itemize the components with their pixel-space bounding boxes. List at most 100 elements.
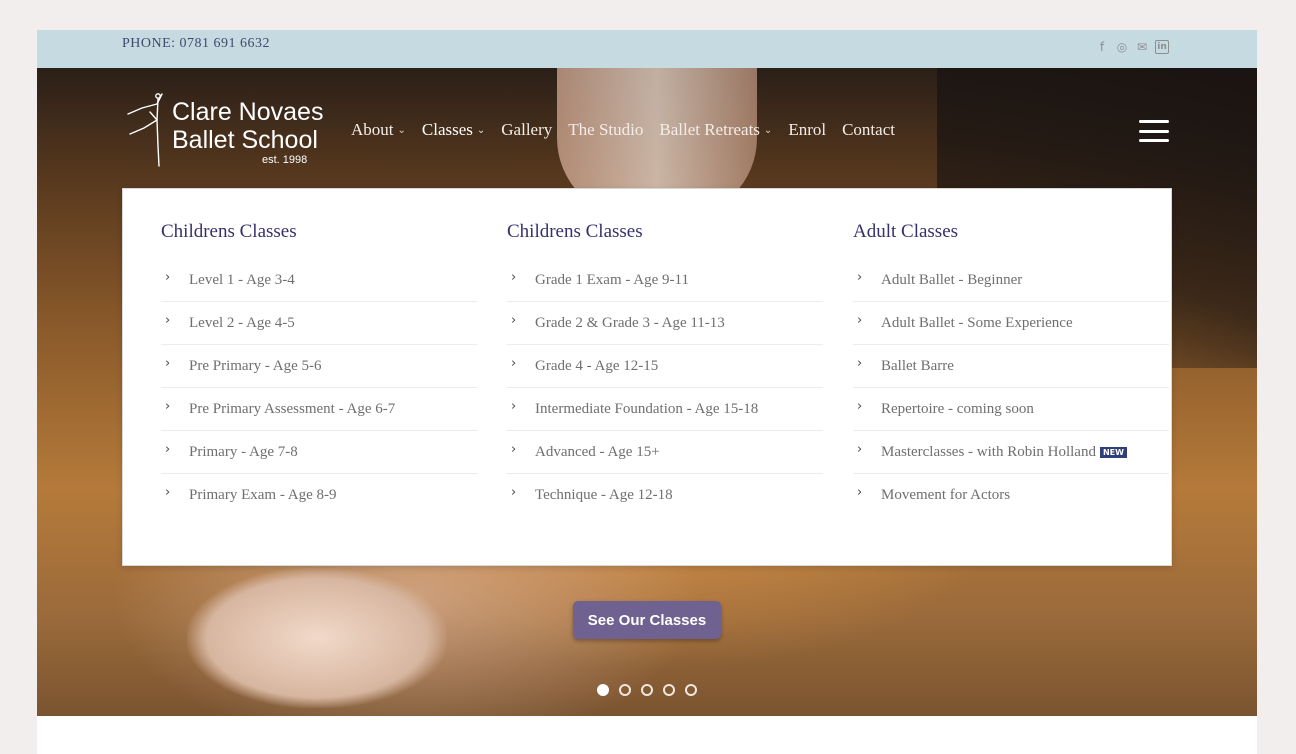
menu-item[interactable]: › Grade 2 & Grade 3 - Age 11-13 bbox=[507, 302, 823, 345]
menu-item-label: Ballet Barre bbox=[881, 357, 954, 374]
menu-item-label: Pre Primary Assessment - Age 6-7 bbox=[189, 400, 396, 417]
menu-item[interactable]: › Adult Ballet - Beginner bbox=[853, 259, 1169, 302]
menu-item-label: Movement for Actors bbox=[881, 486, 1011, 503]
nav-item-label: Contact bbox=[842, 120, 895, 139]
menu-item[interactable]: › Pre Primary Assessment - Age 6-7 bbox=[161, 388, 477, 431]
new-badge: NEW bbox=[1099, 446, 1127, 458]
menu-item-label: Grade 4 - Age 12-15 bbox=[535, 357, 659, 374]
menu-item-label: Adult Ballet - Beginner bbox=[881, 271, 1023, 288]
chevron-right-icon: › bbox=[857, 312, 863, 328]
menu-item[interactable]: › Pre Primary - Age 5-6 bbox=[161, 345, 477, 388]
chevron-right-icon: › bbox=[511, 312, 517, 328]
menu-item-label: Level 2 - Age 4-5 bbox=[189, 314, 295, 331]
menu-item[interactable]: › Level 1 - Age 3-4 bbox=[161, 259, 477, 302]
slider-pagination bbox=[597, 684, 697, 696]
menu-item-label: Pre Primary - Age 5-6 bbox=[189, 357, 322, 374]
email-icon[interactable]: ✉ bbox=[1135, 40, 1149, 54]
menu-item-label: Adult Ballet - Some Experience bbox=[881, 314, 1073, 331]
facebook-icon[interactable]: f bbox=[1095, 40, 1109, 54]
social-links: f ◎ ✉ in bbox=[1095, 40, 1169, 54]
menu-item[interactable]: › Technique - Age 12-18 bbox=[507, 474, 823, 516]
hamburger-line bbox=[1139, 120, 1169, 123]
nav-item-gallery[interactable]: Gallery bbox=[501, 120, 552, 140]
menu-item-label: Masterclasses - with Robin Holland bbox=[881, 443, 1096, 460]
logo-line-2: Ballet School bbox=[172, 126, 318, 154]
nav-item-about[interactable]: About ⌄ bbox=[351, 120, 406, 140]
chevron-right-icon: › bbox=[511, 398, 517, 414]
menu-item[interactable]: › Grade 4 - Age 12-15 bbox=[507, 345, 823, 388]
chevron-right-icon: › bbox=[165, 441, 171, 457]
nav-item-classes[interactable]: Classes ⌄ bbox=[422, 120, 485, 140]
menu-item[interactable]: › Primary Exam - Age 8-9 bbox=[161, 474, 477, 516]
chevron-right-icon: › bbox=[165, 484, 171, 500]
menu-item-label: Level 1 - Age 3-4 bbox=[189, 271, 295, 288]
nav-item-label: About bbox=[351, 120, 394, 139]
chevron-down-icon: ⌄ bbox=[763, 124, 773, 136]
nav-item-label: Ballet Retreats bbox=[659, 120, 760, 139]
menu-item-label: Grade 1 Exam - Age 9-11 bbox=[535, 271, 689, 288]
menu-item[interactable]: › Repertoire - coming soon bbox=[853, 388, 1169, 431]
site-logo[interactable]: Clare Novaes Ballet School est. 1998 bbox=[122, 90, 324, 170]
nav-item-ballet-retreats[interactable]: Ballet Retreats ⌄ bbox=[659, 120, 772, 140]
menu-item[interactable]: › Advanced - Age 15+ bbox=[507, 431, 823, 474]
chevron-right-icon: › bbox=[511, 269, 517, 285]
chevron-right-icon: › bbox=[165, 355, 171, 371]
nav-item-label: Gallery bbox=[501, 120, 553, 139]
instagram-icon[interactable]: ◎ bbox=[1115, 40, 1129, 54]
slider-dot-4[interactable] bbox=[663, 684, 675, 696]
slider-dot-1[interactable] bbox=[597, 684, 609, 696]
menu-column-adult: Adult Classes › Adult Ballet - Beginner ›… bbox=[853, 221, 1169, 516]
menu-item[interactable]: › Intermediate Foundation - Age 15-18 bbox=[507, 388, 823, 431]
chevron-right-icon: › bbox=[857, 269, 863, 285]
menu-column-childrens-1: Childrens Classes › Level 1 - Age 3-4 › Le… bbox=[161, 221, 477, 516]
logo-established: est. 1998 bbox=[262, 154, 308, 166]
menu-item-label: Grade 2 & Grade 3 - Age 11-13 bbox=[535, 314, 725, 331]
chevron-right-icon: › bbox=[857, 398, 863, 414]
menu-item-label: Advanced - Age 15+ bbox=[535, 443, 660, 460]
hamburger-menu-icon[interactable] bbox=[1139, 120, 1169, 142]
chevron-right-icon: › bbox=[511, 484, 517, 500]
menu-item-label: Primary - Age 7-8 bbox=[189, 443, 298, 460]
chevron-right-icon: › bbox=[165, 312, 171, 328]
menu-item-label: Repertoire - coming soon bbox=[881, 400, 1034, 417]
hamburger-line bbox=[1139, 139, 1169, 142]
menu-item[interactable]: › Level 2 - Age 4-5 bbox=[161, 302, 477, 345]
see-our-classes-button[interactable]: See Our Classes bbox=[573, 601, 721, 639]
nav-item-label: The Studio bbox=[568, 120, 644, 139]
chevron-right-icon: › bbox=[857, 484, 863, 500]
nav-item-contact[interactable]: Contact bbox=[842, 120, 895, 140]
chevron-right-icon: › bbox=[511, 441, 517, 457]
classes-mega-menu: Childrens Classes › Level 1 - Age 3-4 › Le… bbox=[122, 188, 1172, 566]
menu-item[interactable]: › Ballet Barre bbox=[853, 345, 1169, 388]
page: PHONE: 0781 691 6632 f ◎ ✉ in Clare Nova… bbox=[37, 30, 1257, 754]
menu-item[interactable]: › Masterclasses - with Robin Holland NEW bbox=[853, 431, 1169, 474]
nav-item-label: Enrol bbox=[788, 120, 827, 139]
slider-dot-2[interactable] bbox=[619, 684, 631, 696]
menu-item[interactable]: › Grade 1 Exam - Age 9-11 bbox=[507, 259, 823, 302]
chevron-right-icon: › bbox=[511, 355, 517, 371]
chevron-down-icon: ⌄ bbox=[476, 124, 486, 136]
nav-item-label: Classes bbox=[421, 120, 473, 139]
main-nav: About ⌄ Classes ⌄ Gallery The Studio Balle… bbox=[351, 120, 895, 140]
menu-item[interactable]: › Adult Ballet - Some Experience bbox=[853, 302, 1169, 345]
chevron-right-icon: › bbox=[857, 355, 863, 371]
menu-column-title: Adult Classes bbox=[853, 221, 959, 242]
menu-column-title: Childrens Classes bbox=[507, 221, 643, 242]
chevron-right-icon: › bbox=[857, 441, 863, 457]
chevron-right-icon: › bbox=[165, 269, 171, 285]
hamburger-line bbox=[1139, 129, 1169, 133]
nav-item-enrol[interactable]: Enrol bbox=[788, 120, 826, 140]
slider-dot-3[interactable] bbox=[641, 684, 653, 696]
menu-item[interactable]: › Primary - Age 7-8 bbox=[161, 431, 477, 474]
menu-item[interactable]: › Movement for Actors bbox=[853, 474, 1169, 516]
slider-dot-5[interactable] bbox=[685, 684, 697, 696]
dancer-icon bbox=[127, 93, 163, 167]
logo-line-1: Clare Novaes bbox=[172, 98, 324, 126]
menu-item-label: Primary Exam - Age 8-9 bbox=[189, 486, 337, 503]
hero-image-shoes bbox=[187, 568, 447, 708]
menu-item-label: Technique - Age 12-18 bbox=[535, 486, 673, 503]
phone-number[interactable]: PHONE: 0781 691 6632 bbox=[122, 36, 270, 52]
nav-item-the-studio[interactable]: The Studio bbox=[568, 120, 643, 140]
top-bar: PHONE: 0781 691 6632 f ◎ ✉ in bbox=[37, 30, 1257, 68]
linkedin-icon[interactable]: in bbox=[1155, 40, 1169, 54]
